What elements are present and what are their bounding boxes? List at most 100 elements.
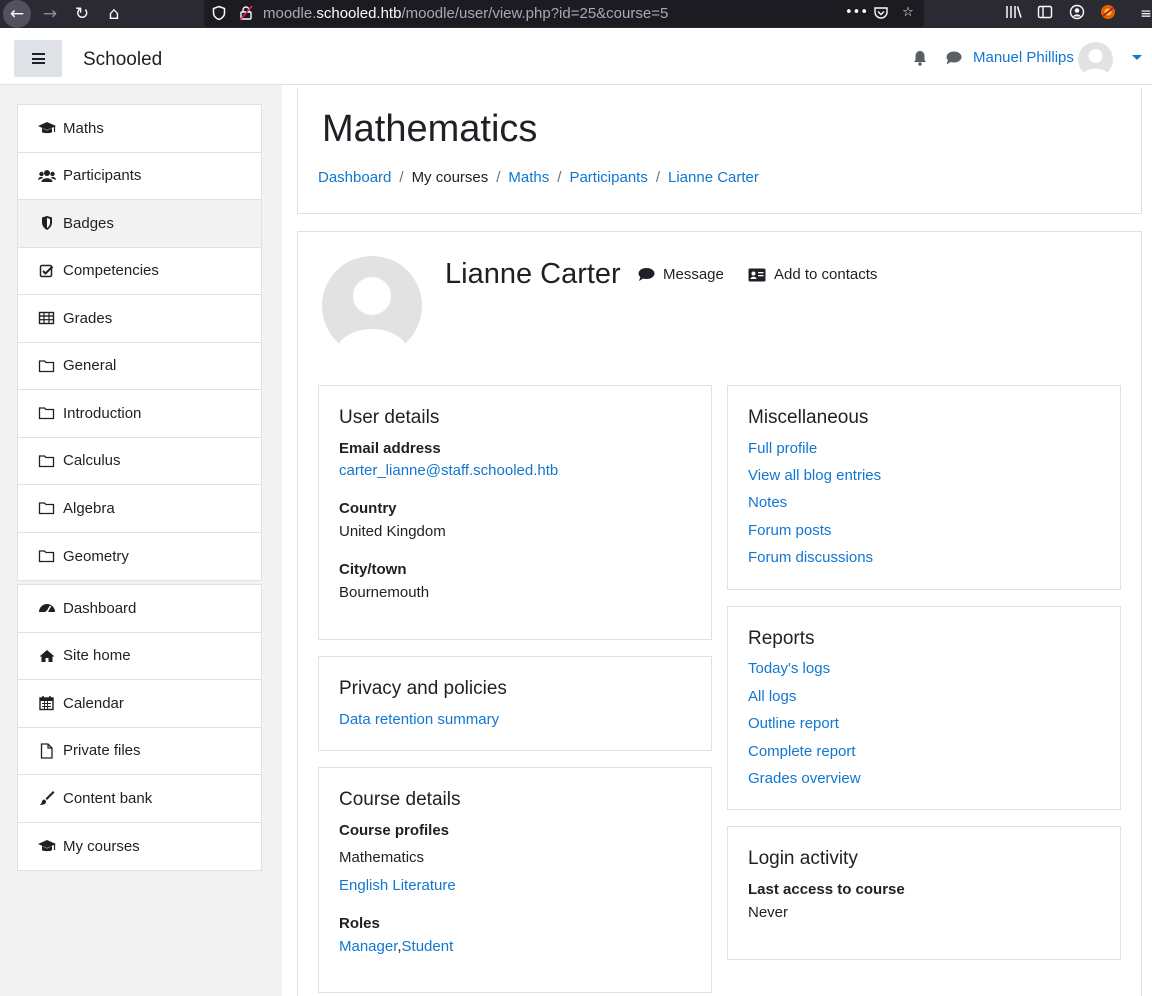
all-logs-link[interactable]: All logs [748,688,796,705]
todays-logs-link[interactable]: Today's logs [748,660,830,677]
forum-discussions-link[interactable]: Forum discussions [748,549,873,566]
data-retention-link[interactable]: Data retention summary [339,711,499,728]
login-activity-section: Login activity Last access to course Nev… [727,826,1121,960]
drawer-toggle-button[interactable] [14,40,62,77]
nav-item-calendar[interactable]: Calendar [18,680,261,728]
full-profile-link[interactable]: Full profile [748,440,817,457]
user-menu-caret-icon[interactable] [1132,55,1142,60]
complete-report-link[interactable]: Complete report [748,743,856,760]
url-prefix: moodle. [263,5,317,22]
reports-section: Reports Today's logs All logs Outline re… [727,606,1121,810]
nav-item-algebra[interactable]: Algebra [18,485,261,533]
notification-bell-icon[interactable] [911,49,929,67]
nav-item-label: Badges [63,214,114,232]
nav-item-competencies[interactable]: Competencies [18,248,261,295]
account-icon[interactable] [1067,4,1087,24]
library-icon[interactable] [1004,4,1024,24]
breadcrumb-current-user[interactable]: Lianne Carter [668,169,759,186]
nav-item-site-home[interactable]: Site home [18,633,261,680]
nav-item-general[interactable]: General [18,343,261,390]
forward-arrow-icon[interactable]: → [36,0,64,28]
pocket-icon[interactable] [873,5,889,21]
nav-item-label: Calendar [63,694,124,712]
nav-item-label: Algebra [63,499,115,517]
url-path: /moodle/user/view.php?id=25&course=5 [401,5,669,22]
tracking-shield-icon[interactable] [211,5,227,21]
breadcrumb-dashboard[interactable]: Dashboard [318,169,391,186]
nav-item-geometry[interactable]: Geometry [18,533,261,581]
nav-item-badges[interactable]: Badges [18,200,261,248]
page-actions-icon[interactable]: ••• [845,5,868,21]
bookmark-star-icon[interactable]: ☆ [900,5,916,21]
roles-list: Manager,Student [339,938,453,955]
nav-item-introduction[interactable]: Introduction [18,390,261,438]
table-icon [38,310,56,326]
section-title: User details [339,407,440,428]
section-title: Miscellaneous [748,407,869,428]
nav-item-label: Geometry [63,547,129,565]
url-text[interactable]: moodle.schooled.htb/moodle/user/view.php… [263,5,668,22]
nav-item-dashboard[interactable]: Dashboard [18,585,261,633]
section-title: Reports [748,628,815,649]
app-menu-icon[interactable]: ≡ [1136,4,1152,24]
home-icon[interactable]: ⌂ [100,0,128,28]
email-link[interactable]: carter_lianne@staff.schooled.htb [339,462,558,479]
course-profile-link[interactable]: English Literature [339,877,456,894]
city-value: Bournemouth [339,584,430,601]
nav-item-participants[interactable]: Participants [18,153,261,200]
nav-item-calculus[interactable]: Calculus [18,438,261,485]
user-menu-name[interactable]: Manuel Phillips [973,49,1074,66]
forum-posts-link[interactable]: Forum posts [748,522,831,539]
nav-item-label: Maths [63,119,104,137]
folder-icon [38,500,56,516]
blog-entries-link[interactable]: View all blog entries [748,467,881,484]
message-label: Message [663,266,724,283]
shield-icon [38,215,56,231]
messages-icon[interactable] [945,49,963,67]
folder-icon [38,453,56,469]
course-nav-group: Maths Participants Badges Competencies G… [17,104,262,581]
nav-item-my-courses[interactable]: My courses [18,823,261,871]
address-bar[interactable]: moodle.schooled.htb/moodle/user/view.php… [204,0,924,27]
reload-icon[interactable]: ↻ [68,0,96,28]
nav-item-maths[interactable]: Maths [18,105,261,153]
privacy-section: Privacy and policies Data retention summ… [318,656,712,751]
breadcrumb-maths[interactable]: Maths [508,169,549,186]
email-label: Email address [339,440,441,457]
breadcrumb-participants[interactable]: Participants [569,169,647,186]
message-bubble-icon [638,268,655,281]
roles-label: Roles [339,915,380,932]
outline-report-link[interactable]: Outline report [748,715,839,732]
role-student-link[interactable]: Student [402,938,454,955]
sidebar-icon[interactable] [1035,4,1055,24]
nav-item-label: Grades [63,309,113,327]
back-arrow-icon[interactable]: ← [3,0,31,28]
course-details-section: Course details Course profiles Mathemati… [318,767,712,993]
insecure-lock-icon[interactable] [238,5,254,21]
breadcrumb-my-courses: My courses [411,169,489,186]
notes-link[interactable]: Notes [748,494,787,511]
nav-item-private-files[interactable]: Private files [18,728,261,775]
message-button[interactable]: Message [638,266,724,283]
nav-item-label: My courses [63,837,140,855]
page-header: Mathematics Dashboard / My courses / Maths / P… [297,88,1142,214]
nav-item-label: Private files [63,742,141,760]
country-label: Country [339,500,397,517]
site-name[interactable]: Schooled [83,49,162,71]
grades-overview-link[interactable]: Grades overview [748,770,861,787]
section-title: Login activity [748,848,858,869]
nav-item-content-bank[interactable]: Content bank [18,775,261,823]
user-avatar[interactable] [1078,42,1113,77]
nav-item-grades[interactable]: Grades [18,295,261,343]
last-access-label: Last access to course [748,881,905,898]
folder-icon [38,358,56,374]
section-title: Privacy and policies [339,678,507,699]
last-access-value: Never [748,904,789,921]
extension-icon[interactable] [1098,4,1118,24]
nav-drawer: Maths Participants Badges Competencies G… [0,85,282,996]
paintbrush-icon [38,790,56,806]
add-contact-button[interactable]: Add to contacts [748,266,877,283]
calendar-icon [38,695,56,711]
home-icon [38,648,56,664]
role-manager-link[interactable]: Manager [339,938,397,955]
